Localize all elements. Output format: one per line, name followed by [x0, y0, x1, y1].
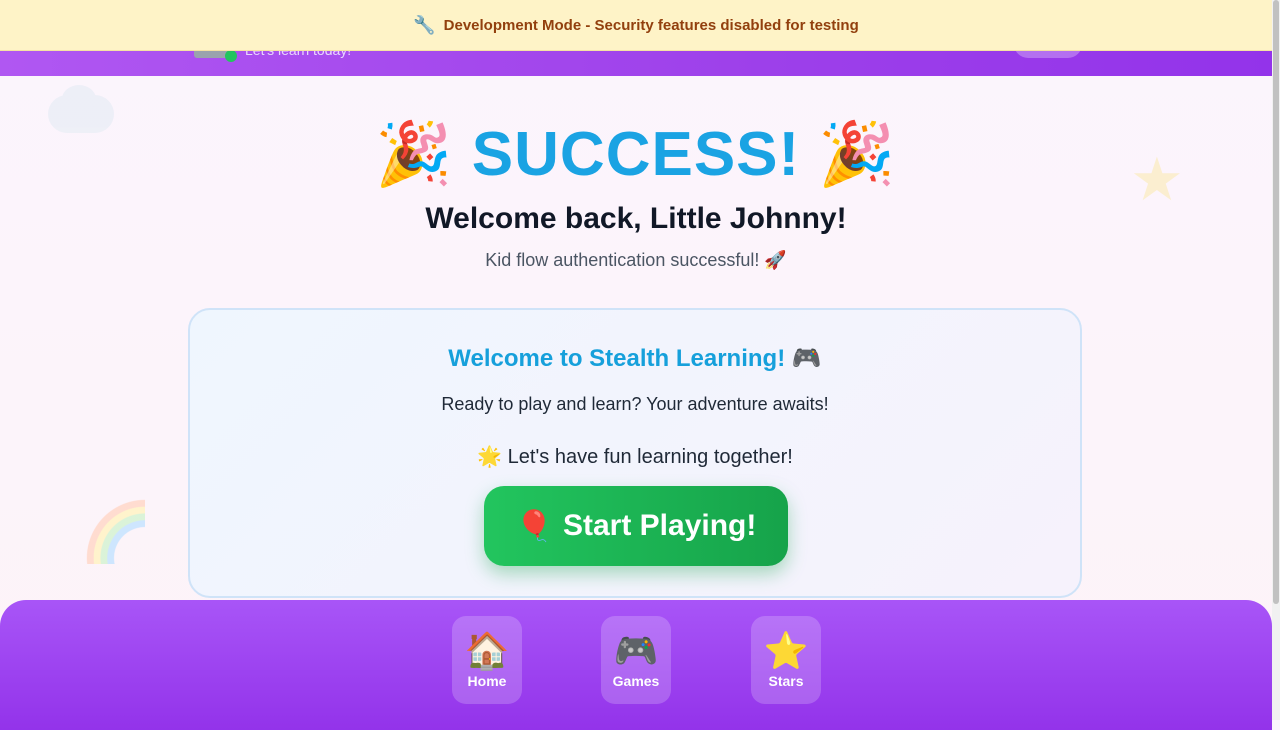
party-popper-icon: 🎉: [375, 120, 454, 189]
nav-label: Home: [467, 673, 507, 689]
online-status-icon: [225, 50, 237, 62]
start-playing-label: Start Playing!: [562, 509, 757, 542]
gamepad-icon: 🎮: [613, 630, 659, 671]
scrollbar-thumb[interactable]: [1273, 0, 1279, 604]
welcome-card: Welcome to Stealth Learning! 🎮 Ready to …: [188, 308, 1082, 598]
card-title: Welcome to Stealth Learning! 🎮: [448, 345, 822, 372]
card-fun-text: 🌟 Let's have fun learning together!: [477, 446, 793, 468]
card-description: Ready to play and learn? Your adventure …: [441, 394, 829, 414]
nav-item-home[interactable]: 🏠 Home: [452, 616, 522, 704]
nav-label: Stars: [768, 673, 804, 689]
star-icon: ⭐: [763, 630, 809, 671]
bottom-nav: 🏠 Home 🎮 Games ⭐ Stars: [0, 600, 1272, 730]
party-popper-icon: 🎉: [818, 120, 897, 189]
auth-success-message: Kid flow authentication successful! 🚀: [485, 250, 787, 270]
nav-item-games[interactable]: 🎮 Games: [601, 616, 671, 704]
success-text: SUCCESS!: [471, 120, 801, 189]
vertical-scrollbar[interactable]: [1272, 0, 1280, 720]
nav-item-stars[interactable]: ⭐ Stars: [751, 616, 821, 704]
welcome-heading: Welcome back, Little Johnny!: [425, 202, 847, 235]
dev-mode-text: Development Mode - Security features dis…: [443, 16, 859, 34]
wrench-icon: 🔧: [413, 14, 436, 35]
nav-label: Games: [612, 673, 660, 689]
house-icon: 🏠: [464, 630, 510, 671]
dev-mode-banner: 🔧 Development Mode - Security features d…: [0, 0, 1272, 51]
success-title: 🎉 SUCCESS! 🎉: [0, 118, 1272, 191]
start-playing-button[interactable]: 🎈 Start Playing!: [484, 486, 788, 566]
balloon-icon: 🎈: [515, 509, 553, 543]
